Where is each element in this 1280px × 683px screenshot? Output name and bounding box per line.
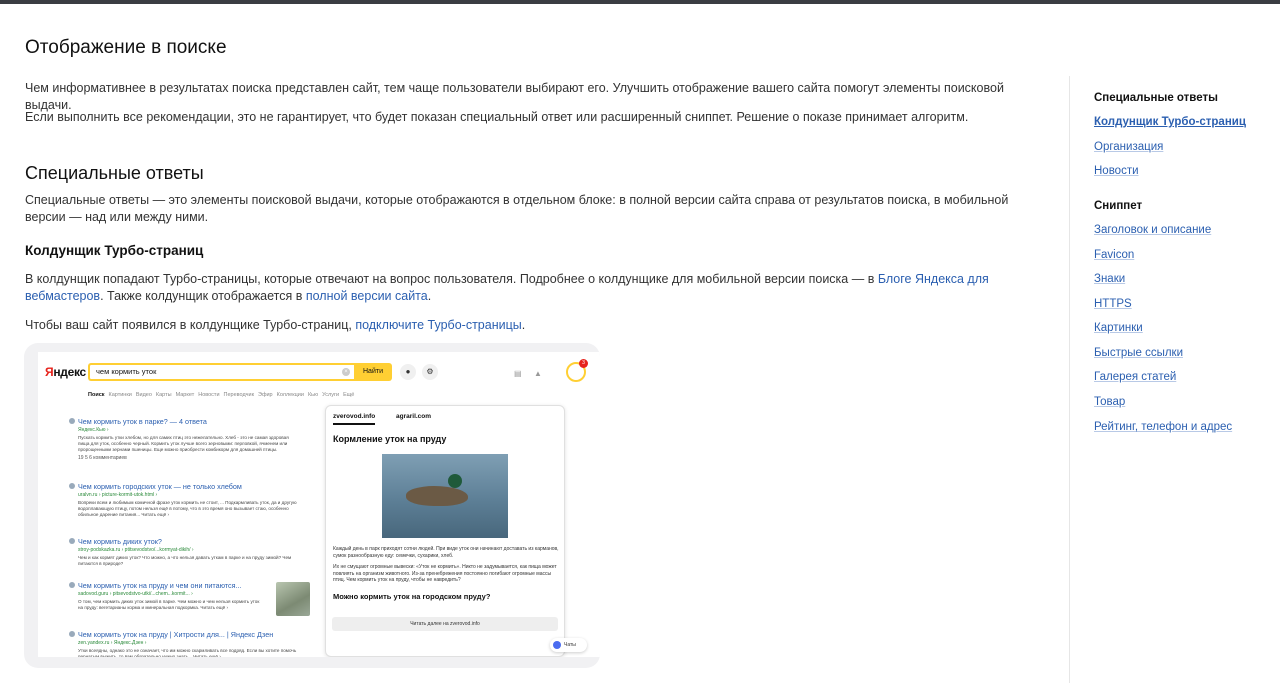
serp-tab: Переводчик [223,392,254,398]
search-result: Чем кормить диких уток? stroy-podskazka.… [69,537,306,567]
toc-group-snippet: Сниппет [1094,200,1143,212]
result-url: Яндекс.Кью › [78,427,109,433]
favicon-icon [69,418,75,424]
search-result: Чем кормить уток на пруду | Хитрости для… [69,630,306,657]
search-input: чем кормить уток × [88,363,354,381]
result-title: Чем кормить уток на пруду и чем они пита… [78,581,242,590]
subsection-title: Колдунщик Турбо-страниц [25,243,204,258]
search-result: Чем кормить городских уток — не только х… [69,482,306,519]
top-bar [0,0,1280,4]
result-snippet: Утки всеядны, однако это не означает, чт… [78,648,297,657]
search-result: Чем кормить уток в парке? — 4 ответа Янд… [69,417,306,461]
result-snippet: О том, чем кормить диких уток зимой в па… [78,599,260,611]
result-url: uralvn.ru › picture-kormit-utok.html › [78,492,158,498]
toc-item-images[interactable]: Картинки [1094,322,1143,334]
result-url: stroy-podskazka.ru › ptitsevodstvo/...ko… [78,547,194,553]
result-snippet: Пускать кормить утки хлебом, но для сами… [78,435,289,453]
search-tabs: Поиск Картинки Видео Карты Маркет Новости Пере… [88,392,358,398]
section-title: Специальные ответы [25,163,204,183]
wizard-paragraph: В колдунщик попадают Турбо-страницы, кот… [25,272,989,303]
serp-tab: Картинки [108,392,132,398]
turbo-wizard-card: zverovod.info agraril.com Кормление уток… [325,405,565,657]
serp-tab: Эфир [258,392,273,398]
result-snippet: Вопреки всем и любимым комичной фразе ут… [78,500,297,518]
serp-tab: Маркет [175,392,195,398]
toc-item-favicon[interactable]: Favicon [1094,249,1134,261]
result-meta: 19 5 6 комментариев [78,454,127,461]
section-paragraph: Специальные ответы — это элементы поиско… [25,193,1009,224]
intro-paragraph-2: Если выполнить все рекомендации, это не … [25,110,969,124]
search-button: Найти [354,363,392,381]
yandex-logo: Яндекс [45,365,86,379]
favicon-icon [69,538,75,544]
connect-turbo-link[interactable]: подключите Турбо-страницы [355,318,521,332]
result-url: sadovod.guru › pitsevodstvo-utki/...chem… [78,591,193,597]
toc-item-turbo-wizard[interactable]: Колдунщик Турбо-страниц [1094,116,1246,128]
search-result: Чем кормить уток на пруду и чем они пита… [69,581,268,611]
result-thumbnail [276,582,310,616]
favicon-icon [69,483,75,489]
serp-tab: Кью [307,392,319,398]
bell-icon: ▲ [534,369,542,378]
card-text-1: Каждый день в парк приходят сотни людей.… [333,546,559,559]
serp-tab: Карты [155,392,172,398]
toc-item-quick-links[interactable]: Быстрые ссылки [1094,347,1183,359]
settings-icon: ⚙ [422,364,438,380]
serp-tab: Видео [135,392,152,398]
toc-item-title-description[interactable]: Заголовок и описание [1094,224,1211,236]
sidebar-divider [1069,76,1070,683]
toc-item-organization[interactable]: Организация [1094,141,1163,153]
serp-tab: Поиск [88,392,105,398]
favicon-icon [69,582,75,588]
favicon-icon [69,631,75,637]
serp-tab: Услуги [322,392,340,398]
toc-item-product[interactable]: Товар [1094,396,1125,408]
source-tab-1: zverovod.info [333,413,376,425]
result-url: zen.yandex.ru › Яндекс.Дзен › [78,640,147,646]
serp-screenshot: Яндекс чем кормить уток × Найти ● ⚙ ▤ ▲ 3… [38,352,600,657]
card-text-2: Их не смущают огромные вывески: «Уток не… [333,564,557,583]
collections-icon: ▤ [514,369,522,378]
toc-item-badges[interactable]: Знаки [1094,273,1125,285]
microphone-icon: ● [400,364,416,380]
card-title: Кормление уток на пруду [333,434,447,444]
result-snippet: Чем и как кормят диких уток? Что можно, … [78,555,292,567]
full-version-link[interactable]: полной версии сайта [306,289,428,303]
serp-tab: Новости [198,392,220,398]
clear-icon: × [342,368,350,376]
card-subtitle: Можно кормить уток на городском пруду? [333,592,491,601]
page-title: Отображение в поиске [25,37,227,58]
result-title: Чем кормить уток на пруду | Хитрости для… [78,630,274,639]
result-title: Чем кормить диких уток? [78,537,162,546]
toc-item-article-gallery[interactable]: Галерея статей [1094,371,1176,383]
chats-button: Чаты [550,638,587,652]
toc-item-https[interactable]: HTTPS [1094,298,1132,310]
serp-tab: Коллекции [276,392,304,398]
toc-group-special-answers: Специальные ответы [1094,92,1218,104]
result-title: Чем кормить городских уток — не только х… [78,482,242,491]
result-title: Чем кормить уток в парке? — 4 ответа [78,417,207,426]
avatar: 3 [566,359,588,382]
notification-badge: 3 [579,359,588,368]
serp-illustration: Яндекс чем кормить уток × Найти ● ⚙ ▤ ▲ 3… [24,343,600,668]
connect-paragraph: Чтобы ваш сайт появился в колдунщике Тур… [25,318,526,332]
toc-item-news[interactable]: Новости [1094,165,1139,177]
read-more-button: Читать далее на zverovod.info [332,617,558,631]
source-tab-2: agraril.com [396,413,432,420]
duck-image [382,454,508,538]
serp-tab: Ещё [343,392,355,398]
toc-item-rating-phone-address[interactable]: Рейтинг, телефон и адрес [1094,421,1232,433]
